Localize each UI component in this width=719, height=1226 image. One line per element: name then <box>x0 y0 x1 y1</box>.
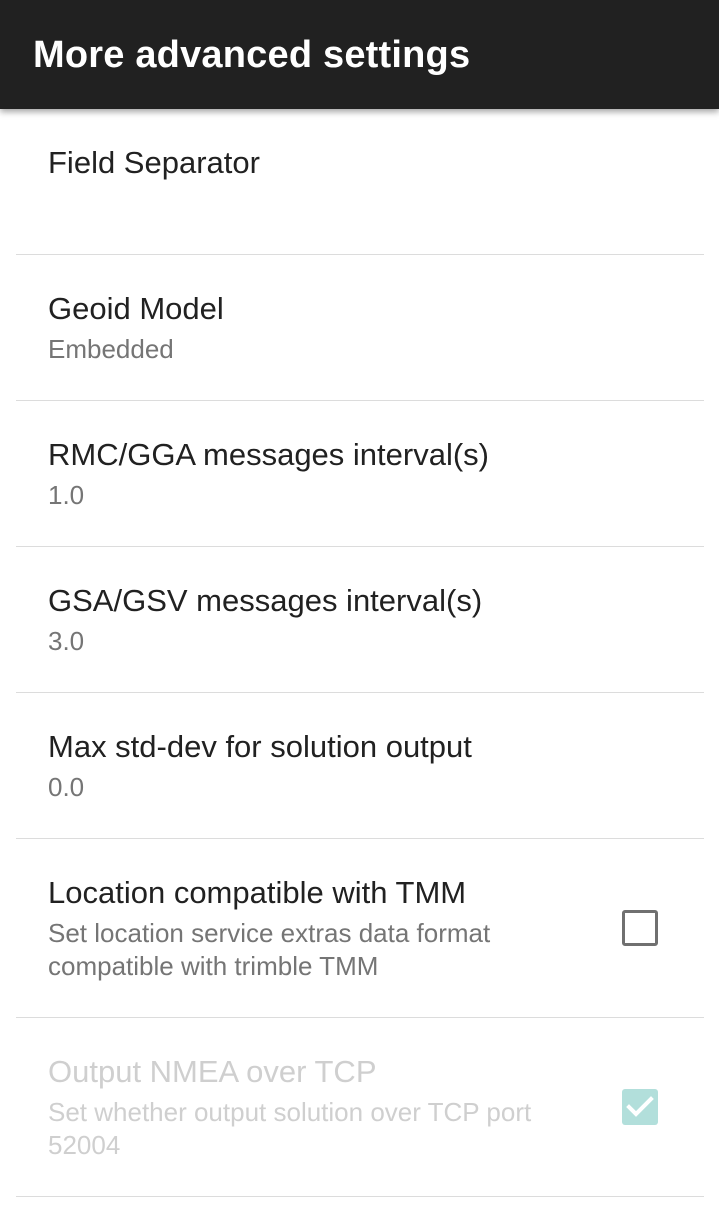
preference-list: Field Separator Geoid Model Embedded RMC… <box>0 109 719 1197</box>
app-bar: More advanced settings <box>0 0 719 109</box>
pref-summary: 0.0 <box>48 772 85 802</box>
pref-summary: 1.0 <box>48 480 85 510</box>
pref-field-separator[interactable]: Field Separator <box>0 109 719 255</box>
pref-gsa-gsv-interval[interactable]: GSA/GSV messages interval(s) 3.0 <box>0 547 719 693</box>
nmea-tcp-checkbox <box>622 1089 658 1125</box>
pref-geoid-model[interactable]: Geoid Model Embedded <box>0 255 719 401</box>
pref-output-nmea-tcp: Output NMEA over TCP Set whether output … <box>0 1018 719 1197</box>
pref-summary: 3.0 <box>48 626 85 656</box>
divider <box>16 1196 704 1197</box>
pref-title: RMC/GGA messages interval(s) <box>48 437 489 472</box>
pref-summary: Set whether output solution over TCP por… <box>48 1097 532 1160</box>
pref-title: GSA/GSV messages interval(s) <box>48 583 483 618</box>
pref-title: Output NMEA over TCP <box>48 1054 377 1089</box>
pref-title: Geoid Model <box>48 291 224 326</box>
page-title: More advanced settings <box>33 34 471 76</box>
tmm-checkbox[interactable] <box>622 910 658 946</box>
checkmark-icon <box>626 1096 654 1117</box>
pref-summary: Set location service extras data format … <box>48 918 491 981</box>
pref-location-compatible-tmm[interactable]: Location compatible with TMM Set locatio… <box>0 839 719 1018</box>
pref-summary: Embedded <box>48 334 174 364</box>
pref-max-std-dev[interactable]: Max std-dev for solution output 0.0 <box>0 693 719 839</box>
pref-rmc-gga-interval[interactable]: RMC/GGA messages interval(s) 1.0 <box>0 401 719 547</box>
pref-title: Location compatible with TMM <box>48 875 467 910</box>
pref-title: Max std-dev for solution output <box>48 729 472 764</box>
pref-title: Field Separator <box>48 145 260 180</box>
